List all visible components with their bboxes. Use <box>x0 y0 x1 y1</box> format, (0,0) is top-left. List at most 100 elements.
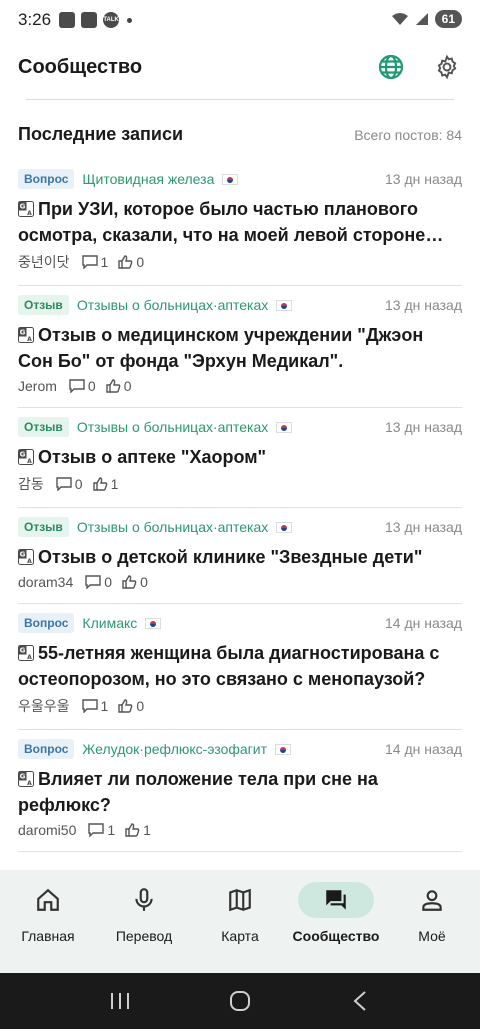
korea-flag-icon <box>276 421 293 433</box>
post-footer: daromi50 1 1 <box>18 822 462 838</box>
nav-item-home[interactable]: Главная <box>0 882 96 973</box>
home-circle-icon <box>230 991 250 1011</box>
status-time: 3:26 <box>18 10 52 29</box>
like-icon <box>106 379 121 393</box>
nav-label: Сообщество <box>292 928 380 944</box>
comment-count-value: 1 <box>107 822 116 838</box>
post-time: 13 дн назад <box>385 297 462 313</box>
post-time: 13 дн назад <box>385 519 462 535</box>
post-item[interactable]: Отзыв Отзывы о больницах·аптеках 13 дн наз… <box>18 286 462 408</box>
forum-icon <box>326 890 346 910</box>
post-meta: Вопрос Желудок·рефлюкс-эзофагит 14 дн наза… <box>18 738 462 760</box>
comment-count: 0 <box>69 378 96 394</box>
post-title[interactable]: G A При УЗИ, которое было частью планового… <box>18 196 462 248</box>
settings-button[interactable] <box>432 52 462 82</box>
post-type-badge: Отзыв <box>18 417 69 437</box>
translate-icon: GA <box>18 201 34 217</box>
comment-icon <box>85 575 101 589</box>
nav-label: Моё <box>418 928 446 944</box>
like-count-value: 0 <box>123 378 132 394</box>
svg-text:G: G <box>20 329 26 337</box>
comment-count-value: 1 <box>100 698 109 714</box>
post-category[interactable]: Отзывы о больницах·аптеках <box>77 419 268 435</box>
post-type-badge: Вопрос <box>18 169 75 189</box>
section-title: Последние записи <box>18 124 184 144</box>
nav-label: Главная <box>21 928 75 944</box>
like-icon <box>92 477 107 491</box>
post-item[interactable]: Вопрос Щитовидная железа 13 дн назад G A При … <box>18 160 462 286</box>
post-category[interactable]: Желудок·рефлюкс-эзофагит <box>82 741 267 757</box>
bottom-navigation: Главная Перевод Карта Сообщество Моё <box>0 870 480 973</box>
language-button[interactable] <box>376 52 406 82</box>
post-title-text: Отзыв о медицинском учреждении "Джэон Со… <box>18 325 424 371</box>
like-count-value: 0 <box>140 574 148 590</box>
post-type-badge: Вопрос <box>18 613 75 633</box>
wifi-icon <box>391 13 408 25</box>
total-posts-count: Всего постов: 84 <box>354 127 462 143</box>
post-title-text: Влияет ли положение тела при сне на рефл… <box>18 769 378 815</box>
post-footer: 우울우울 1 0 <box>18 696 462 716</box>
comment-icon <box>56 477 72 491</box>
post-item[interactable]: Вопрос Климакс 14 дн назад G A 55-летняя женщ… <box>18 604 462 730</box>
post-title-text: 55-летняя женщина была диагностирована с… <box>18 643 440 689</box>
post-title[interactable]: G A Отзыв о аптеке "Хаором" <box>18 444 462 470</box>
svg-text:A: A <box>27 458 32 465</box>
post-category[interactable]: Отзывы о больницах·аптеках <box>77 519 268 535</box>
like-count: 0 <box>106 378 132 394</box>
translate-icon: GA <box>18 327 34 343</box>
korea-flag-icon <box>145 617 162 629</box>
translate-icon: GA <box>18 645 34 661</box>
system-navigation-bar <box>0 973 480 1029</box>
svg-text:G: G <box>20 647 26 655</box>
post-footer: doram34 0 0 <box>18 574 462 590</box>
nav-item-map[interactable]: Карта <box>192 882 288 973</box>
recent-apps-button[interactable] <box>100 981 140 1021</box>
post-footer: 중년이닷 1 0 <box>18 252 462 272</box>
like-count: 1 <box>92 476 119 492</box>
svg-text:A: A <box>27 558 32 565</box>
post-category[interactable]: Отзывы о больницах·аптеках <box>77 297 268 313</box>
signal-icon <box>415 13 428 25</box>
post-title[interactable]: G A Влияет ли положение тела при сне на ре… <box>18 766 462 818</box>
post-time: 14 дн назад <box>385 615 462 631</box>
talk-notification-icon: TALK <box>103 12 120 28</box>
post-title-text: Отзыв о аптеке "Хаором" <box>38 447 267 467</box>
korea-flag-icon <box>276 299 293 311</box>
like-icon <box>122 575 137 589</box>
battery-indicator: 61 <box>434 10 462 28</box>
post-title[interactable]: G A Отзыв о детской клинике "Звездные дети… <box>18 544 462 570</box>
post-category[interactable]: Климакс <box>82 615 137 631</box>
nav-item-community[interactable]: Сообщество <box>288 882 384 973</box>
back-system-button[interactable] <box>340 981 380 1021</box>
nav-item-translate[interactable]: Перевод <box>96 882 192 973</box>
home-icon <box>37 888 59 911</box>
app-header: Сообщество <box>0 44 480 90</box>
like-icon <box>118 255 133 269</box>
post-title[interactable]: G A 55-летняя женщина была диагностирована… <box>18 640 462 692</box>
korea-flag-icon <box>276 521 293 533</box>
globe-icon <box>378 54 404 80</box>
post-category[interactable]: Щитовидная железа <box>82 171 214 187</box>
post-item[interactable]: Отзыв Отзывы о больницах·аптеках 13 дн наз… <box>18 508 462 604</box>
post-type-badge: Вопрос <box>18 739 75 759</box>
more-notifications-icon <box>127 17 133 23</box>
post-list: Вопрос Щитовидная железа 13 дн назад G A При … <box>18 160 462 852</box>
post-type-badge: Отзыв <box>18 517 69 537</box>
like-count-value: 1 <box>110 476 119 492</box>
nav-item-profile[interactable]: Моё <box>384 882 480 973</box>
app-notification-icon <box>59 12 76 28</box>
nav-label: Карта <box>221 928 259 944</box>
post-title[interactable]: G A Отзыв о медицинском учреждении "Джэон … <box>18 322 462 374</box>
home-system-button[interactable] <box>220 981 260 1021</box>
scan-notification-icon <box>81 12 98 28</box>
post-item[interactable]: Отзыв Отзывы о больницах·аптеках 13 дн наз… <box>18 408 462 508</box>
page-title: Сообщество <box>18 55 143 78</box>
like-count-value: 0 <box>136 698 145 714</box>
gear-icon <box>437 54 457 80</box>
post-item[interactable]: Вопрос Желудок·рефлюкс-эзофагит 14 дн наза… <box>18 730 462 852</box>
like-count: 0 <box>122 574 148 590</box>
svg-text:G: G <box>20 451 26 459</box>
svg-text:A: A <box>27 210 32 217</box>
like-icon <box>125 823 140 837</box>
comment-icon <box>81 255 98 269</box>
